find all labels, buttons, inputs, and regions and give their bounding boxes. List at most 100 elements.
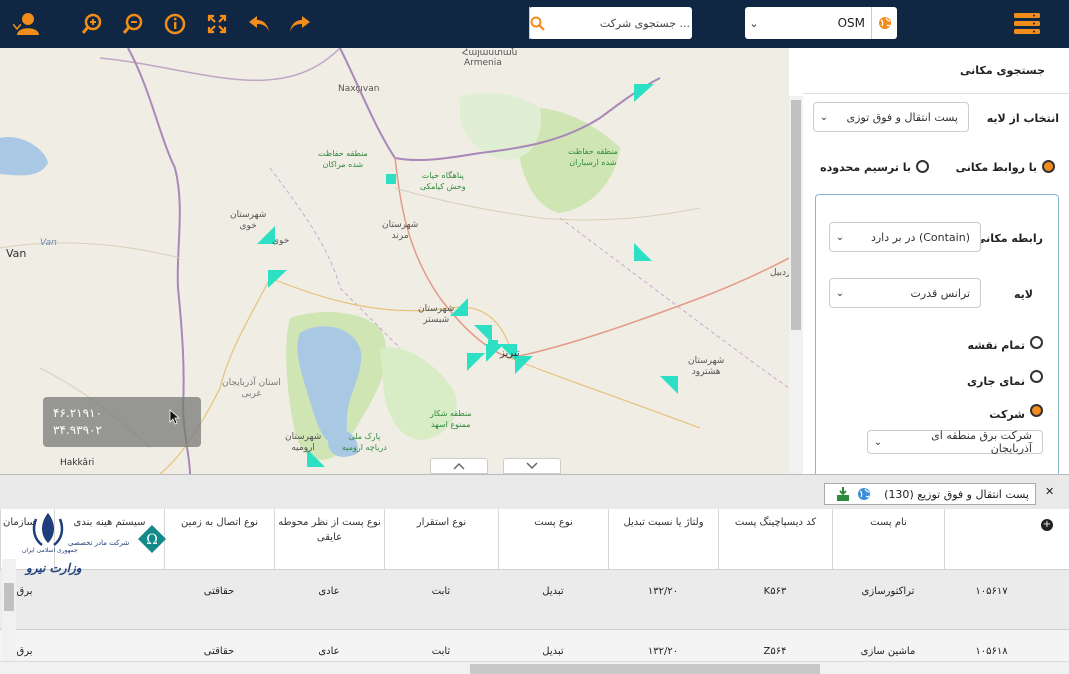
- map-label-city-khoy: شهرستان خوی: [230, 210, 267, 231]
- map-label-city-urmia: شهرستان ارومیه: [285, 432, 322, 453]
- map-label-armenia: Հայաստան: [462, 48, 518, 58]
- map-label-armenia-latin: Armenia: [464, 58, 502, 68]
- cell-ground: حقاقتی: [203, 646, 235, 657]
- expand-panel-up-button[interactable]: [430, 458, 488, 474]
- cell-install: ثابت: [431, 586, 451, 597]
- company-select[interactable]: ⌄ شرکت برق منطقه ای آذربایجان: [867, 429, 1043, 455]
- company-search: [529, 7, 698, 39]
- layer-select[interactable]: ⌄ پست انتقال و فوق توزی: [813, 102, 969, 132]
- radio-full-map[interactable]: [1030, 336, 1043, 349]
- map-label-hakkari: Hakkâri: [60, 458, 95, 468]
- map-label-protected-arasbaran: منطقه حفاظت شده ارسباران: [568, 147, 618, 167]
- undo-icon[interactable]: [245, 10, 273, 38]
- spatial-search-panel: جستجوی مکانی انتخاب از لایه ⌄ پست انتقال…: [803, 48, 1069, 484]
- coordinate-readout: ۴۶.۲۱۹۱۰ ۳۴.۹۳۹۰۲: [43, 397, 201, 447]
- chevron-down-icon: [526, 462, 538, 470]
- collapse-panel-down-button[interactable]: [503, 458, 561, 474]
- current-view-label: نمای جاری: [966, 375, 1025, 388]
- chevron-down-icon: ⌄: [873, 436, 883, 448]
- column-header-ground[interactable]: نوع اتصال به زمین: [164, 509, 274, 569]
- map-label-park-urmia: پارک ملی دریاچه ارومیه: [342, 432, 387, 452]
- chevron-down-icon[interactable]: [12, 22, 22, 32]
- radio-draw-extent[interactable]: [916, 160, 929, 173]
- station-marker: [488, 340, 498, 350]
- station-marker: [634, 243, 652, 261]
- station-marker: [386, 174, 396, 184]
- mode-draw-label: با ترسیم محدوده: [820, 161, 911, 174]
- globe-icon: [871, 7, 897, 39]
- search-input[interactable]: [545, 7, 698, 39]
- map-label-city-shabestar: شهرستان شبستر: [418, 304, 455, 325]
- cell-name: تراکتورسازی: [861, 586, 915, 597]
- cell-id: ۱۰۵۶۱۷: [975, 586, 1008, 597]
- chevron-down-icon: ⌄: [819, 111, 829, 123]
- map-label-protected-marakan: منطقه حفاظت شده مراکان: [318, 149, 368, 169]
- scrollbar-thumb[interactable]: [470, 664, 820, 674]
- grid-title-bar: پست انتقال و فوق توزیع (130): [824, 483, 1036, 505]
- full-map-label: تمام نقشه: [967, 339, 1025, 352]
- grid-vertical-scrollbar[interactable]: [2, 559, 16, 661]
- map-label-van: Van: [6, 247, 27, 260]
- company-label: شرکت: [989, 408, 1025, 421]
- search-button[interactable]: [529, 7, 545, 39]
- map-label-khoy: خوی: [272, 236, 290, 246]
- cell-code: K۵۶۳: [763, 586, 787, 597]
- globe-icon[interactable]: [857, 487, 871, 501]
- map-canvas[interactable]: Հայաստան Armenia Naxçıvan Van Van Hakkâr…: [0, 48, 789, 474]
- logo-emblem-text: جمهوری اسلامی ایران: [22, 547, 78, 554]
- cell-voltage: ۱۳۲/۲۰: [647, 586, 679, 597]
- column-header-voltage[interactable]: ولتاژ یا نسبت تبدیل: [608, 509, 718, 569]
- ministry-logo: Ω جمهوری اسلامی ایران شرکت مادر تخصصی وز…: [18, 509, 178, 589]
- station-marker: [467, 353, 485, 371]
- close-grid-button[interactable]: ✕: [1045, 485, 1054, 498]
- cell-insulation: عادی: [318, 586, 340, 597]
- scrollbar-thumb[interactable]: [4, 583, 14, 611]
- cursor-icon: [169, 409, 181, 425]
- radio-company[interactable]: [1030, 404, 1043, 417]
- export-excel-icon[interactable]: [835, 486, 851, 502]
- grid-title: پست انتقال و فوق توزیع (130): [884, 487, 1029, 501]
- add-row-icon[interactable]: +: [1041, 519, 1053, 531]
- grid-horizontal-scrollbar[interactable]: [0, 661, 1069, 674]
- cell-name: ماشین سازی: [860, 646, 916, 657]
- cell-id: ۱۰۵۶۱۸: [975, 646, 1008, 657]
- relation-select-value: در بر دارد (Contain): [870, 230, 970, 244]
- menu-icon[interactable]: [1012, 10, 1042, 38]
- map-label-city-marand: شهرستان مرند: [382, 220, 419, 241]
- column-header-id: [944, 509, 1039, 569]
- redo-icon[interactable]: [286, 10, 314, 38]
- basemap-value: OSM: [837, 16, 865, 30]
- cell-code: Z۵۶۴: [763, 646, 787, 657]
- layer-select-value: پست انتقال و فوق توزی: [846, 110, 958, 124]
- company-select-value: شرکت برق منطقه ای آذربایجان: [931, 429, 1032, 455]
- station-marker: [268, 270, 287, 288]
- radio-current-view[interactable]: [1030, 370, 1043, 383]
- station-marker: [660, 376, 678, 394]
- panel-scrollbar[interactable]: [789, 96, 803, 474]
- fullscreen-icon[interactable]: [203, 10, 231, 38]
- column-header-type[interactable]: نوع پست: [498, 509, 608, 569]
- sublayer-select[interactable]: ⌄ ترانس قدرت: [829, 278, 981, 308]
- info-icon[interactable]: [161, 10, 189, 38]
- map-label-ardabil: اردبیل: [770, 268, 789, 278]
- zoom-out-icon[interactable]: [119, 10, 147, 38]
- column-header-insulation[interactable]: نوع پست از نظر محوطه عایقی: [274, 509, 384, 569]
- basemap-select[interactable]: ⌄ OSM: [745, 7, 897, 39]
- column-header-code[interactable]: کد دیسپاچینگ پست: [718, 509, 832, 569]
- chevron-down-icon: ⌄: [749, 16, 759, 30]
- station-marker: [634, 84, 654, 102]
- map-label-nakhchivan: Naxçıvan: [338, 84, 380, 94]
- relation-select[interactable]: ⌄ در بر دارد (Contain): [829, 222, 981, 252]
- column-header-install[interactable]: نوع استقرار: [384, 509, 498, 569]
- cell-install: ثابت: [431, 646, 451, 657]
- map-label-refuge-kiamaki: پناهگاه حیات وحش کیامکی: [420, 171, 466, 191]
- radio-spatial-relation[interactable]: [1042, 160, 1055, 173]
- app-root: ⌄ OSM: [0, 0, 1069, 674]
- column-header-name[interactable]: نام پست: [832, 509, 944, 569]
- chevron-down-icon: ⌄: [835, 231, 845, 243]
- cell-voltage: ۱۳۲/۲۰: [647, 646, 679, 657]
- scrollbar-thumb[interactable]: [791, 100, 801, 330]
- sublayer-select-value: ترانس قدرت: [910, 286, 970, 300]
- zoom-in-icon[interactable]: [78, 10, 106, 38]
- map-label-city-hashtrud: شهرستان هشترود: [688, 356, 725, 377]
